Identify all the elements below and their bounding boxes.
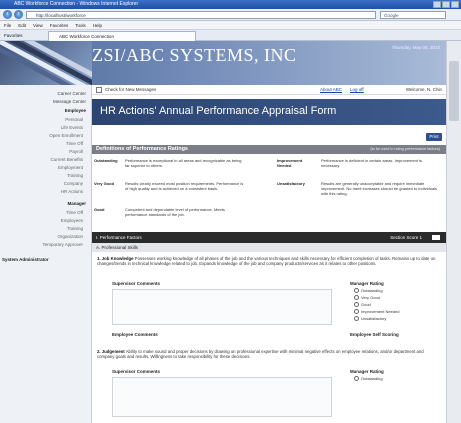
def-label-improvement-needed: Improvement Needed	[277, 158, 303, 168]
maximize-button[interactable]	[442, 1, 450, 8]
menu-item-edit[interactable]: Edit	[18, 21, 26, 29]
address-bar: ‹ › http://localhost/workforce Google	[0, 9, 461, 21]
sidebar-item-time-off[interactable]: Time Off	[66, 141, 83, 146]
favorites-bar: Favorites ABC Workforce Connection	[0, 30, 461, 41]
def-label-good: Good	[94, 207, 105, 212]
rating-radio-good[interactable]: Good	[354, 302, 371, 307]
question-1-text: 1. Job Knowledge Possesses working knowl…	[97, 256, 437, 266]
sidebar-item-training[interactable]: Training	[67, 226, 83, 231]
rating-radio-outstanding-2[interactable]: Outstanding	[354, 376, 383, 381]
sidebar-item-employee[interactable]: Employee	[65, 108, 86, 113]
main-content: HR Actions' Annual Performance Appraisal…	[92, 96, 446, 423]
sidebar-item-message-center[interactable]: Message Center	[53, 99, 86, 104]
about-link[interactable]: About ABC	[320, 85, 342, 95]
left-sidebar: System Administrator Career Center Messag…	[0, 85, 92, 423]
menu-item-file[interactable]: File	[4, 21, 11, 29]
site-header: ZSI/ABC SYSTEMS, INC Thursday, May 06, 2…	[0, 41, 446, 85]
logoff-link[interactable]: Log off	[350, 85, 364, 95]
sidebar-item-current-benefits[interactable]: Current Benefits	[50, 157, 83, 162]
def-label-unsatisfactory: Unsatisfactory	[277, 181, 305, 186]
favorites-button[interactable]: Favorites	[4, 30, 23, 41]
supervisor-comments-field-2[interactable]	[112, 377, 332, 417]
close-button[interactable]	[451, 1, 459, 8]
sidebar-item-organization[interactable]: Organization	[57, 234, 83, 239]
logo-graphic	[0, 41, 92, 85]
sidebar-item-time-off[interactable]: Time Off	[66, 210, 83, 215]
new-messages-link[interactable]: Check for New Messages	[105, 85, 156, 95]
print-button[interactable]: Print	[426, 133, 442, 141]
rating-radio-improvement-needed[interactable]: Improvement Needed	[354, 309, 399, 314]
menu-item-tools[interactable]: Tools	[75, 21, 86, 29]
window-controls	[433, 1, 459, 8]
menu-item-help[interactable]: Help	[93, 21, 102, 29]
menu-item-favorites[interactable]: Favorites	[50, 21, 69, 29]
def-label-outstanding: Outstanding	[94, 158, 118, 163]
sidebar-item-training[interactable]: Training	[67, 173, 83, 178]
section-score-label: Section Score 1	[390, 235, 422, 240]
minimize-button[interactable]	[433, 1, 441, 8]
page-scrollbar[interactable]	[446, 41, 461, 423]
sidebar-item-employees[interactable]: Employees	[61, 218, 83, 223]
employee-comments-label: Employee Comments	[112, 332, 158, 337]
search-input[interactable]: Google	[380, 11, 446, 19]
window-titlebar: ABC Workforce Connection - Windows Inter…	[0, 0, 461, 9]
employee-self-scoring-label: Employee Self Scoring	[350, 332, 399, 337]
sidebar-item-open-enrollment[interactable]: Open Enrollment	[49, 133, 83, 138]
web-page: ZSI/ABC SYSTEMS, INC Thursday, May 06, 2…	[0, 41, 446, 423]
manager-rating-label: Manager Rating	[350, 281, 384, 286]
sidebar-item-system-administrator[interactable]: System Administrator	[2, 257, 49, 262]
menu-item-view[interactable]: View	[33, 21, 43, 29]
window-title: ABC Workforce Connection - Windows Inter…	[14, 1, 139, 7]
question-1-description: Possesses working knowledge of all phase…	[97, 256, 436, 267]
sub-navigation: Check for New Messages About ABC Log off…	[92, 85, 446, 95]
url-field[interactable]: http://localhost/workforce	[26, 11, 376, 19]
form-title-bar: HR Actions' Annual Performance Appraisal…	[92, 99, 446, 125]
section-header: I. Performance Factors Section Score 1	[92, 232, 446, 243]
supervisor-comments-label-2: Supervisor Comments	[112, 369, 161, 374]
sidebar-item-employment[interactable]: Employment	[58, 165, 83, 170]
supervisor-comments-label: Supervisor Comments	[112, 281, 161, 286]
section-title: I. Performance Factors	[96, 235, 142, 240]
definitions-title: Definitions of Performance Ratings	[96, 146, 188, 152]
sidebar-item-career-center[interactable]: Career Center	[57, 91, 86, 96]
def-text-good: Competent and dependable level of perfor…	[125, 207, 225, 217]
back-icon[interactable]: ‹	[3, 10, 12, 19]
sidebar-item-company[interactable]: Company	[64, 181, 83, 186]
browser-tab[interactable]: ABC Workforce Connection	[48, 31, 196, 41]
company-name: ZSI/ABC SYSTEMS, INC	[92, 45, 297, 65]
def-text-unsatisfactory: Results are generally unacceptable and r…	[321, 181, 438, 196]
header-date: Thursday, May 06, 2010	[391, 45, 440, 50]
def-text-improvement-needed: Performance is deficient in certain area…	[321, 158, 422, 168]
def-text-outstanding: Performance is exceptional in all areas …	[125, 158, 242, 168]
rating-radio-very-good[interactable]: Very Good	[354, 295, 380, 300]
rating-radio-outstanding[interactable]: Outstanding	[354, 288, 383, 293]
rating-radio-unsatisfactory[interactable]: Unsatisfactory	[354, 316, 386, 321]
sidebar-item-hr-actions[interactable]: HR Actions	[61, 189, 83, 194]
sidebar-item-life-events[interactable]: Life Events	[61, 125, 83, 130]
question-2-description: Ability to make sound and proper decisio…	[97, 349, 424, 360]
sidebar-item-manager[interactable]: Manager	[67, 201, 86, 206]
scrollbar-thumb[interactable]	[449, 61, 459, 121]
sidebar-item-temporary-approver[interactable]: Temporary Approver	[42, 242, 83, 247]
section-score-field[interactable]	[432, 235, 440, 240]
new-messages-checkbox[interactable]	[96, 87, 102, 93]
question-2-text: 2. Judgement Ability to make sound and p…	[97, 349, 437, 359]
manager-rating-label-2: Manager Rating	[350, 369, 384, 374]
page-title: HR Actions' Annual Performance Appraisal…	[100, 105, 337, 117]
subsection-header: A. Professional Skills	[92, 243, 446, 252]
definitions-note: (to be used in rating performance factor…	[370, 147, 440, 151]
menu-bar: File Edit View Favorites Tools Help	[0, 21, 461, 30]
welcome-text: Welcome, N. Chin	[405, 87, 442, 92]
sidebar-item-personal[interactable]: Personal	[65, 117, 83, 122]
sidebar-item-payroll[interactable]: Payroll	[69, 149, 83, 154]
definitions-heading: Definitions of Performance Ratings (to b…	[92, 145, 446, 154]
forward-icon[interactable]: ›	[14, 10, 23, 19]
supervisor-comments-field[interactable]	[112, 289, 332, 325]
def-label-very-good: Very Good	[94, 181, 115, 186]
def-text-very-good: Results clearly exceed most position req…	[125, 181, 244, 191]
